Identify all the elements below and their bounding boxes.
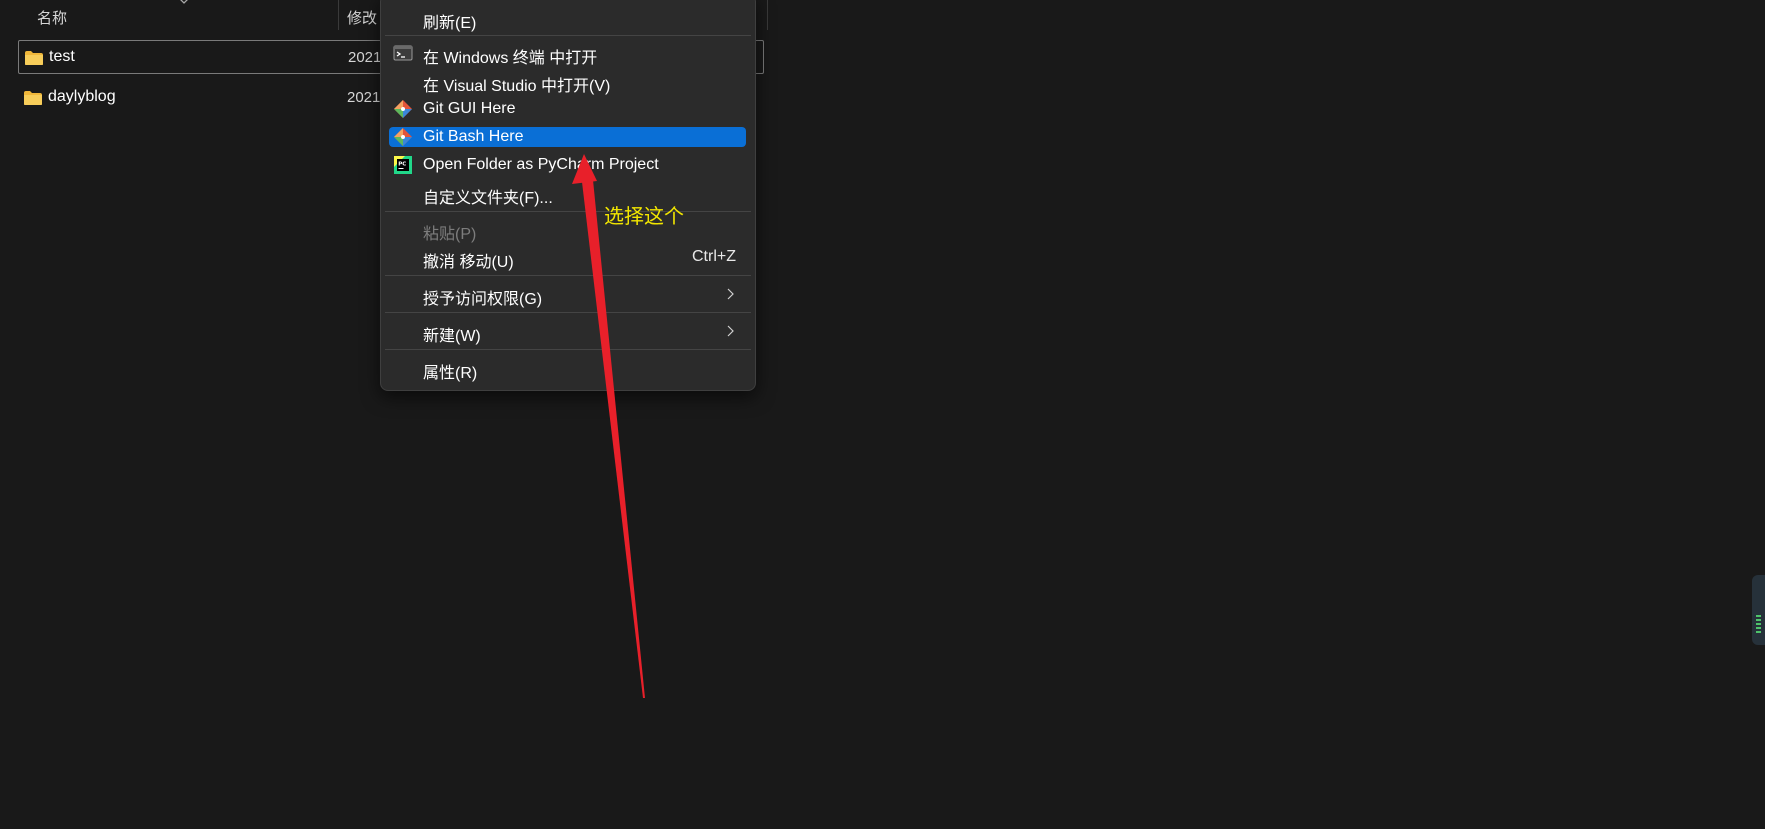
level-bar <box>1756 623 1761 625</box>
level-bar <box>1756 615 1761 617</box>
annotation-caption: 选择这个 <box>604 204 684 228</box>
level-bar <box>1756 619 1761 621</box>
annotation-arrow <box>572 154 645 698</box>
edge-handle-widget[interactable] <box>1752 575 1765 645</box>
level-bar <box>1756 627 1761 629</box>
level-bar <box>1756 631 1761 633</box>
file-explorer-window: 名称 修改 test 2021 daylyblog 2021 刷新(E) 在 W… <box>0 0 1765 829</box>
